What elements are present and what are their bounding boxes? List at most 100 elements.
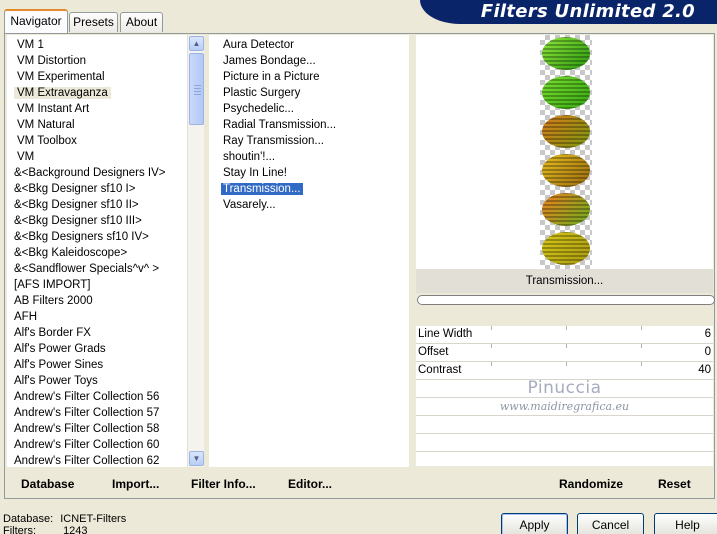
category-item[interactable]: AFH	[7, 309, 188, 325]
param-row[interactable]: Offset 0	[416, 344, 713, 362]
param-value: 0	[704, 346, 711, 358]
scroll-up-button[interactable]: ▲	[189, 36, 204, 51]
filter-list[interactable]: Aura Detector James Bondage... Picture in …	[209, 35, 409, 467]
database-label: Database:	[3, 513, 54, 525]
filter-item[interactable]: Plastic Surgery	[209, 85, 409, 101]
category-label: VM Extravaganza	[14, 87, 111, 99]
category-scrollbar[interactable]: ▲ ▼	[187, 35, 204, 467]
help-button[interactable]: Help	[654, 513, 717, 534]
filter-item[interactable]: Radial Transmission...	[209, 117, 409, 133]
category-list[interactable]: VM 1 VM Distortion VM Experimental VM Extra…	[7, 35, 188, 467]
category-item[interactable]: VM Distortion	[7, 53, 188, 69]
filter-item[interactable]: Picture in a Picture	[209, 69, 409, 85]
category-label: Alf's Power Grads	[14, 343, 106, 355]
category-item[interactable]: &<Bkg Designer sf10 II>	[7, 197, 188, 213]
reset-link[interactable]: Reset	[658, 477, 691, 491]
param-name: Offset	[418, 346, 449, 358]
preview-label-bar: Transmission...	[416, 269, 713, 293]
filter-label: Psychedelic...	[223, 103, 294, 115]
category-label: &<Bkg Kaleidoscope>	[14, 247, 128, 259]
category-label: VM Distortion	[17, 55, 87, 67]
tab-navigator[interactable]: Navigator	[4, 9, 68, 33]
filter-item[interactable]: Aura Detector	[209, 37, 409, 53]
category-item[interactable]: &<Background Designers IV>	[7, 165, 188, 181]
category-item[interactable]: VM	[7, 149, 188, 165]
param-row[interactable]: Line Width 6	[416, 326, 713, 344]
category-item[interactable]: VM 1	[7, 37, 188, 53]
category-item[interactable]: Andrew's Filter Collection 62	[7, 453, 188, 467]
category-label: AFH	[14, 311, 37, 323]
category-label: Alf's Power Sines	[14, 359, 104, 371]
filter-item[interactable]: Vasarely...	[209, 197, 409, 213]
category-item[interactable]: AB Filters 2000	[7, 293, 188, 309]
param-value: 6	[704, 328, 711, 340]
filter-label: Picture in a Picture	[223, 71, 320, 83]
title-banner: Filters Unlimited 2.0	[420, 0, 717, 24]
category-item[interactable]: VM Extravaganza	[7, 85, 188, 101]
watermark-url: www.maidiregrafica.eu	[499, 400, 630, 413]
category-item[interactable]: &<Bkg Designer sf10 I>	[7, 181, 188, 197]
tab-presets[interactable]: Presets	[69, 12, 118, 32]
filter-label: Transmission...	[221, 183, 303, 195]
filter-label: Aura Detector	[223, 39, 294, 51]
category-item[interactable]: Andrew's Filter Collection 56	[7, 389, 188, 405]
randomize-link[interactable]: Randomize	[559, 477, 623, 491]
category-label: &<Sandflower Specials^v^ >	[14, 263, 160, 275]
import-link[interactable]: Import...	[112, 477, 159, 491]
scroll-thumb[interactable]	[189, 53, 204, 125]
filter-item[interactable]: Psychedelic...	[209, 101, 409, 117]
filter-item[interactable]: Stay In Line!	[209, 165, 409, 181]
filter-item[interactable]: Transmission...	[209, 181, 409, 197]
editor-link[interactable]: Editor...	[288, 477, 332, 491]
category-item[interactable]: &<Sandflower Specials^v^ >	[7, 261, 188, 277]
category-item[interactable]: Andrew's Filter Collection 58	[7, 421, 188, 437]
category-label: Alf's Border FX	[14, 327, 91, 339]
filter-info-link[interactable]: Filter Info...	[191, 477, 256, 491]
filter-label: Radial Transmission...	[223, 119, 337, 131]
database-link[interactable]: Database	[21, 477, 74, 491]
preview-thumbnail	[540, 35, 592, 269]
category-label: Alf's Power Toys	[14, 375, 98, 387]
banner-title: Filters Unlimited 2.0	[480, 1, 695, 22]
category-item[interactable]: &<Bkg Designers sf10 IV>	[7, 229, 188, 245]
category-item[interactable]: Alf's Border FX	[7, 325, 188, 341]
filter-label: Ray Transmission...	[223, 135, 324, 147]
category-item[interactable]: VM Natural	[7, 117, 188, 133]
category-label: VM 1	[17, 39, 44, 51]
filter-item[interactable]: shoutin'!...	[209, 149, 409, 165]
category-item[interactable]: &<Bkg Designer sf10 III>	[7, 213, 188, 229]
category-label: VM	[17, 151, 35, 163]
tab-about[interactable]: About	[120, 12, 163, 32]
filter-label: James Bondage...	[223, 55, 316, 67]
empty-param-row	[416, 416, 713, 434]
database-value: ICNET-Filters	[60, 513, 127, 525]
param-name: Contrast	[418, 364, 462, 376]
category-label: Andrew's Filter Collection 60	[14, 439, 160, 451]
cancel-button[interactable]: Cancel	[577, 513, 644, 534]
category-item[interactable]: [AFS IMPORT]	[7, 277, 188, 293]
category-label: VM Experimental	[17, 71, 105, 83]
scroll-down-button[interactable]: ▼	[189, 451, 204, 466]
category-item[interactable]: &<Bkg Kaleidoscope>	[7, 245, 188, 261]
category-label: &<Background Designers IV>	[14, 167, 166, 179]
filter-item[interactable]: James Bondage...	[209, 53, 409, 69]
preview-swatch	[542, 232, 590, 265]
category-item[interactable]: Alf's Power Sines	[7, 357, 188, 373]
apply-button[interactable]: Apply	[501, 513, 568, 534]
category-item[interactable]: VM Experimental	[7, 69, 188, 85]
filter-item[interactable]: Ray Transmission...	[209, 133, 409, 149]
category-label: VM Toolbox	[17, 135, 77, 147]
category-item[interactable]: Andrew's Filter Collection 57	[7, 405, 188, 421]
filters-status: Filters: 1243	[3, 525, 88, 534]
param-value: 40	[698, 364, 711, 376]
category-item[interactable]: VM Instant Art	[7, 101, 188, 117]
category-item[interactable]: Andrew's Filter Collection 60	[7, 437, 188, 453]
database-status: Database: ICNET-Filters	[3, 513, 126, 525]
category-item[interactable]: VM Toolbox	[7, 133, 188, 149]
filter-label: shoutin'!...	[223, 151, 276, 163]
preview-swatch	[542, 154, 590, 187]
category-item[interactable]: Alf's Power Toys	[7, 373, 188, 389]
category-item[interactable]: Alf's Power Grads	[7, 341, 188, 357]
filters-label: Filters:	[3, 525, 36, 534]
preview-swatch	[542, 193, 590, 226]
